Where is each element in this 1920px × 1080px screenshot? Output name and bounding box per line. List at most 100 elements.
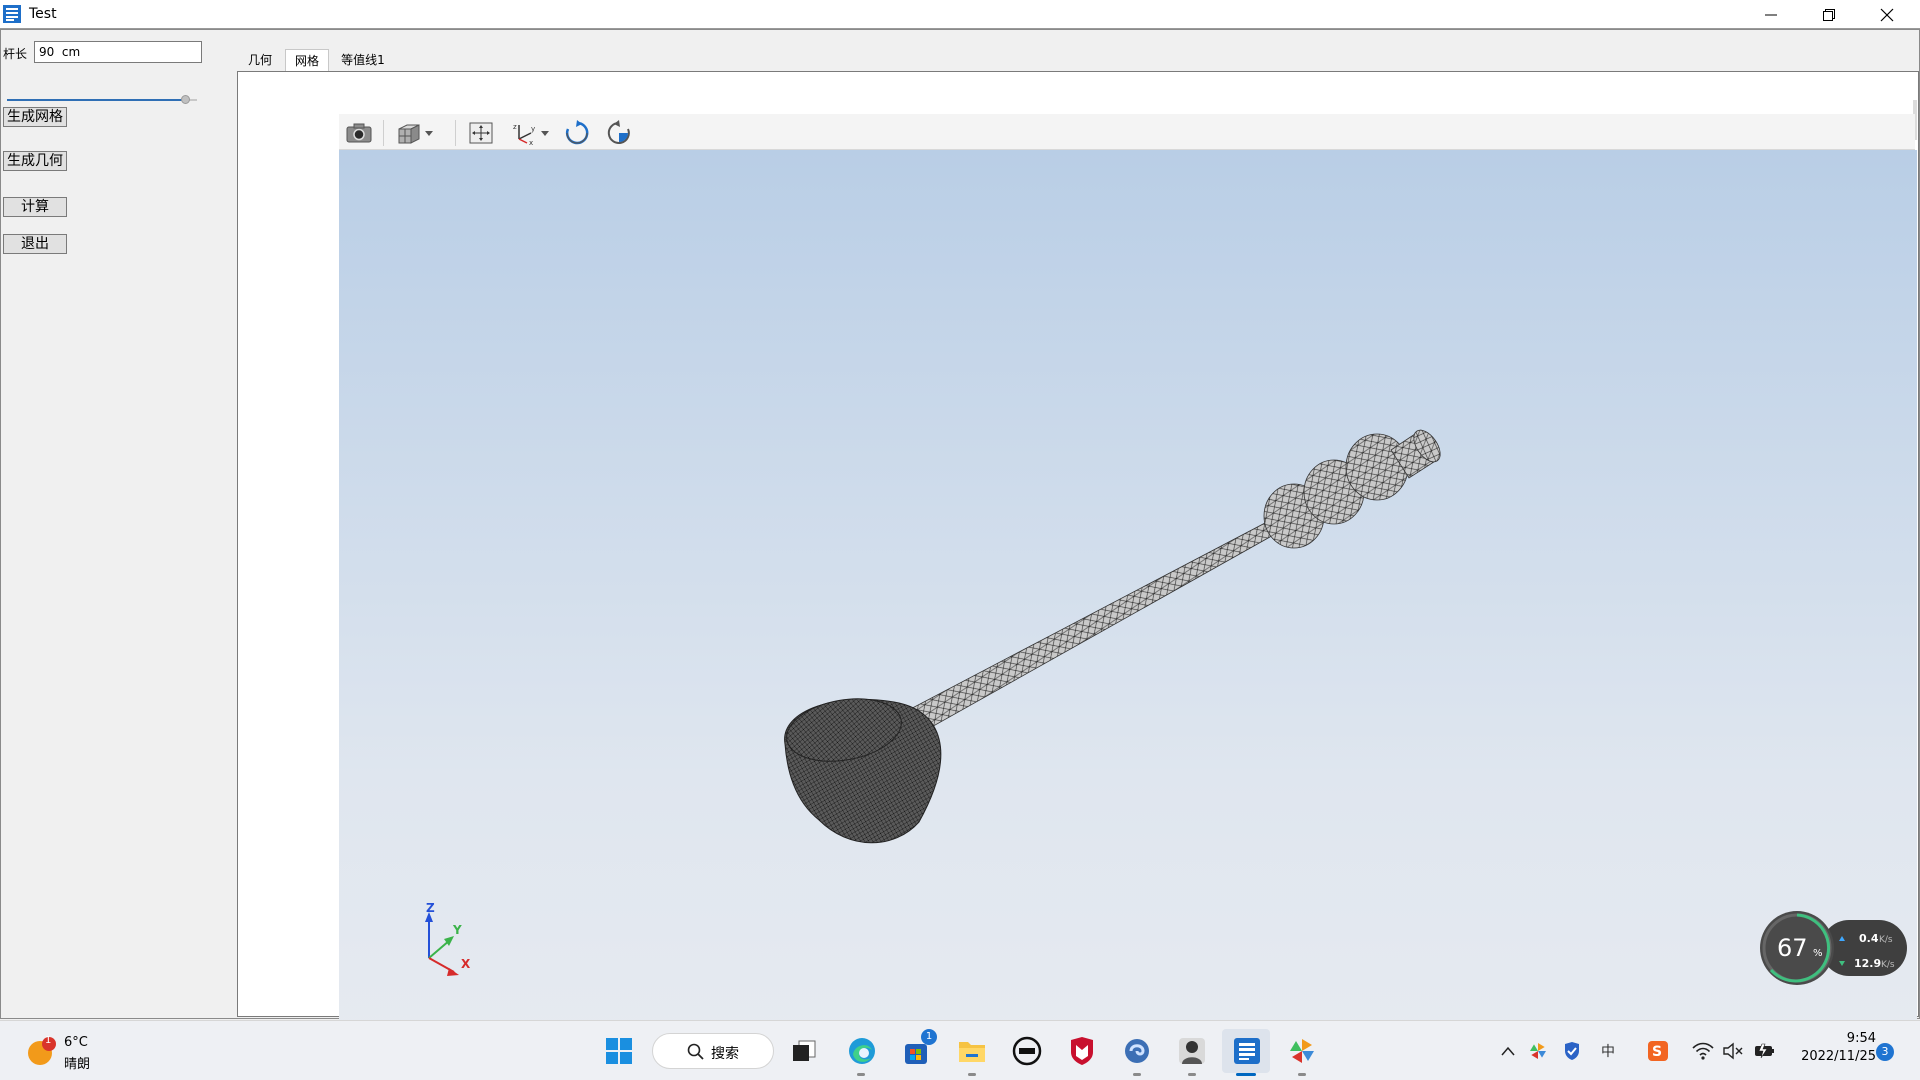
window-title: Test: [29, 6, 57, 22]
slider-thumb[interactable]: [181, 95, 190, 104]
download-speed: 12.9: [1854, 957, 1881, 970]
upload-speed: 0.4: [1859, 932, 1879, 945]
edge-button[interactable]: [846, 1035, 878, 1067]
tab-mesh[interactable]: 网格: [285, 49, 329, 72]
control-panel: 杆长 生成网格 生成几何 计算 退出: [1, 30, 237, 1018]
tray-wifi[interactable]: [1690, 1035, 1716, 1067]
rod-length-label: 杆长: [3, 47, 28, 61]
notification-badge[interactable]: 3: [1876, 1043, 1894, 1061]
view-axis-button[interactable]: z y x: [511, 121, 551, 145]
taskbar: 1 6°C 晴朗 搜索 1 中 S 9:54 2022/11/25 3: [0, 1020, 1920, 1080]
svg-text:y: y: [531, 125, 535, 133]
running-indicator: [857, 1073, 865, 1076]
dropdown-icon[interactable]: [539, 128, 551, 138]
volume-muted-icon: [1723, 1042, 1743, 1060]
weather-badge: 1: [45, 1035, 52, 1046]
running-indicator: [1133, 1073, 1141, 1076]
rod-shaft: [898, 511, 1294, 739]
toolbar-separator: [455, 120, 456, 146]
pinwheel-app-icon: [1290, 1039, 1314, 1063]
generate-mesh-button[interactable]: 生成网格: [3, 107, 67, 127]
show-hidden-icons-button[interactable]: [1498, 1035, 1518, 1067]
svg-text:S: S: [1652, 1044, 1662, 1060]
dell-icon: [1012, 1036, 1042, 1066]
rotate-ccw-button[interactable]: [605, 120, 633, 145]
mesh-render: Z Y X: [425, 429, 1441, 976]
compute-button[interactable]: 计算: [3, 197, 67, 217]
taskbar-app-swirl[interactable]: [1121, 1035, 1153, 1067]
mcafee-shield-icon: [1071, 1037, 1093, 1065]
screenshot-button[interactable]: [345, 121, 373, 145]
store-button[interactable]: 1: [901, 1029, 937, 1067]
slider-fill: [7, 99, 185, 101]
zoom-extents-button[interactable]: [467, 121, 495, 145]
active-indicator: [1236, 1073, 1256, 1076]
dropdown-icon[interactable]: [423, 128, 435, 138]
rod-length-slider[interactable]: [7, 94, 197, 106]
ime-label: 中: [1601, 1044, 1615, 1060]
search-label: 搜索: [711, 1046, 739, 1062]
axis-x-label: X: [461, 957, 471, 971]
svg-text:x: x: [529, 139, 533, 145]
taskbar-app-test[interactable]: [1231, 1035, 1263, 1067]
rotate-ccw-icon: [607, 120, 630, 144]
network-speed-widget[interactable]: 67 % 0.4 K/s 12.9 K/s: [1759, 910, 1909, 986]
tray-volume[interactable]: [1720, 1035, 1746, 1067]
clock[interactable]: 9:54 2022/11/25: [1788, 1029, 1876, 1073]
tab-contour-1[interactable]: 等值线1: [333, 49, 393, 72]
pinwheel-tray-icon: [1530, 1043, 1546, 1059]
sun-icon: [28, 1037, 56, 1065]
minimize-button[interactable]: [1742, 0, 1800, 29]
taskbar-app-avatar[interactable]: [1176, 1035, 1208, 1067]
exit-button[interactable]: 退出: [3, 234, 67, 254]
minimize-icon: [1765, 14, 1777, 15]
clock-time: 9:54: [1846, 1031, 1876, 1046]
axis-y-label: Y: [452, 923, 462, 937]
tray-security[interactable]: [1560, 1035, 1584, 1067]
task-view-icon: [793, 1040, 816, 1061]
toolbar-separator: [383, 120, 384, 146]
battery-charging-icon: [1755, 1043, 1774, 1059]
close-button[interactable]: [1858, 0, 1916, 29]
start-button[interactable]: [603, 1035, 635, 1067]
generate-geometry-button[interactable]: 生成几何: [3, 151, 67, 171]
weather-widget[interactable]: 1 6°C 晴朗: [24, 1033, 134, 1073]
sogou-icon: S: [1648, 1041, 1668, 1061]
tray-pinwheel[interactable]: [1526, 1035, 1550, 1067]
tray-battery[interactable]: [1750, 1035, 1778, 1067]
search-box[interactable]: 搜索: [652, 1033, 774, 1069]
task-view-button[interactable]: [788, 1035, 820, 1067]
windows-icon: [606, 1038, 632, 1064]
rotate-cw-button[interactable]: [563, 120, 591, 145]
tray-ime[interactable]: 中: [1594, 1035, 1622, 1067]
network-widget-graphic: 67 % 0.4 K/s 12.9 K/s: [1760, 911, 1907, 985]
tray-sogou[interactable]: S: [1644, 1035, 1672, 1067]
tab-geometry[interactable]: 几何: [237, 49, 283, 72]
close-icon: [1880, 8, 1894, 21]
main-area: 杆长 生成网格 生成几何 计算 退出 几何 网格 等值线1: [0, 29, 1920, 1043]
camera-icon: [346, 123, 372, 143]
app-icon: [2, 4, 22, 24]
file-explorer-button[interactable]: [956, 1035, 988, 1067]
upload-unit: K/s: [1879, 935, 1893, 945]
cpu-percent: 67: [1777, 934, 1808, 962]
restore-icon: [1823, 8, 1835, 21]
axes-icon: z y x: [513, 123, 535, 145]
view-mode-button[interactable]: [395, 121, 435, 145]
view-cube-icon: [398, 124, 420, 144]
axis-z-label: Z: [426, 901, 435, 915]
axis-triad: Z Y X: [425, 901, 471, 976]
3d-viewport[interactable]: Z Y X: [339, 150, 1917, 1043]
folder-icon: [959, 1042, 985, 1062]
taskbar-app-paint[interactable]: [1286, 1035, 1318, 1067]
rod-length-input[interactable]: [34, 41, 202, 63]
viewer-toolbar: z y x: [339, 114, 1915, 150]
rod-bead-3: [1345, 433, 1409, 501]
wifi-icon: [1692, 1042, 1714, 1060]
edge-icon: [849, 1038, 875, 1064]
mcafee-button[interactable]: [1066, 1035, 1098, 1067]
clock-date: 2022/11/25: [1801, 1049, 1876, 1064]
restore-button[interactable]: [1800, 0, 1858, 29]
weather-condition: 晴朗: [64, 1057, 91, 1072]
dell-button[interactable]: [1011, 1035, 1043, 1067]
